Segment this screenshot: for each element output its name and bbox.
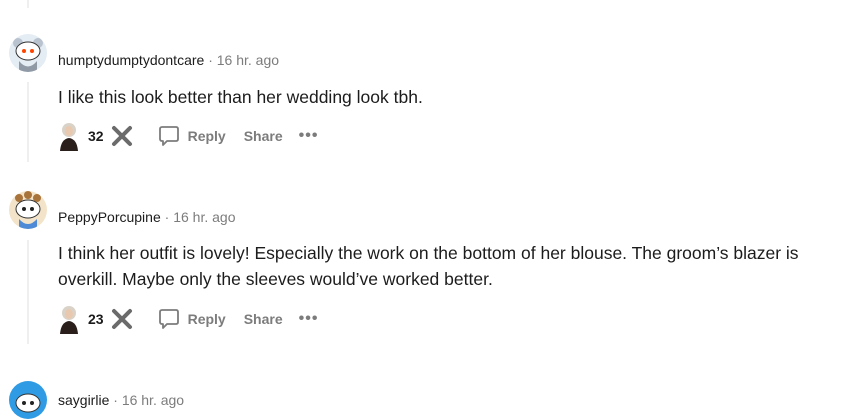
meta-separator: · — [164, 209, 170, 225]
downvote-x-icon[interactable] — [110, 124, 134, 148]
share-button[interactable]: Share — [244, 311, 283, 327]
vote-count: 32 — [88, 128, 104, 144]
reply-label: Reply — [187, 311, 226, 327]
comment-text: I think her outfit is lovely! Especially… — [58, 243, 799, 289]
vote-count: 23 — [88, 311, 104, 327]
username[interactable]: PeppyPorcupine — [58, 209, 161, 225]
comment-meta: saygirlie · 16 hr. ago — [58, 392, 184, 408]
comment-bubble-icon — [158, 309, 179, 329]
user-avatar[interactable] — [9, 191, 47, 229]
share-button[interactable]: Share — [244, 128, 283, 144]
reply-button[interactable]: Reply — [158, 125, 226, 147]
snoo-avatar-icon — [13, 38, 43, 72]
snoo-avatar-icon — [15, 191, 41, 229]
user-avatar[interactable] — [9, 381, 47, 419]
comment-meta: humptydumptydontcare · 16 hr. ago — [58, 52, 279, 68]
thread-line[interactable] — [27, 0, 29, 8]
upvote-icon[interactable] — [58, 121, 80, 151]
more-options-button[interactable]: ••• — [299, 310, 319, 328]
meta-separator: · — [113, 392, 118, 408]
username[interactable]: humptydumptydontcare — [58, 52, 204, 68]
timestamp[interactable]: 16 hr. ago — [217, 52, 279, 68]
reply-label: Reply — [187, 128, 226, 144]
user-avatar[interactable] — [9, 34, 47, 72]
upvote-icon[interactable] — [58, 304, 80, 334]
reply-button[interactable]: Reply — [158, 308, 226, 330]
comment-actions: 32 Reply Share ••• — [58, 121, 318, 151]
comment-bubble-icon — [158, 126, 179, 146]
comment-text: I like this look better than her wedding… — [58, 87, 423, 107]
snoo-avatar-icon — [15, 393, 41, 413]
thread-line[interactable] — [27, 82, 29, 162]
thread-line[interactable] — [27, 240, 29, 344]
timestamp[interactable]: 16 hr. ago — [173, 209, 235, 225]
comment-meta: PeppyPorcupine · 16 hr. ago — [58, 209, 235, 225]
comment-actions: 23 Reply Share ••• — [58, 304, 318, 334]
username[interactable]: saygirlie — [58, 392, 109, 408]
timestamp[interactable]: 16 hr. ago — [122, 392, 184, 408]
more-options-button[interactable]: ••• — [299, 127, 319, 145]
downvote-x-icon[interactable] — [110, 307, 134, 331]
meta-separator: · — [208, 52, 213, 68]
